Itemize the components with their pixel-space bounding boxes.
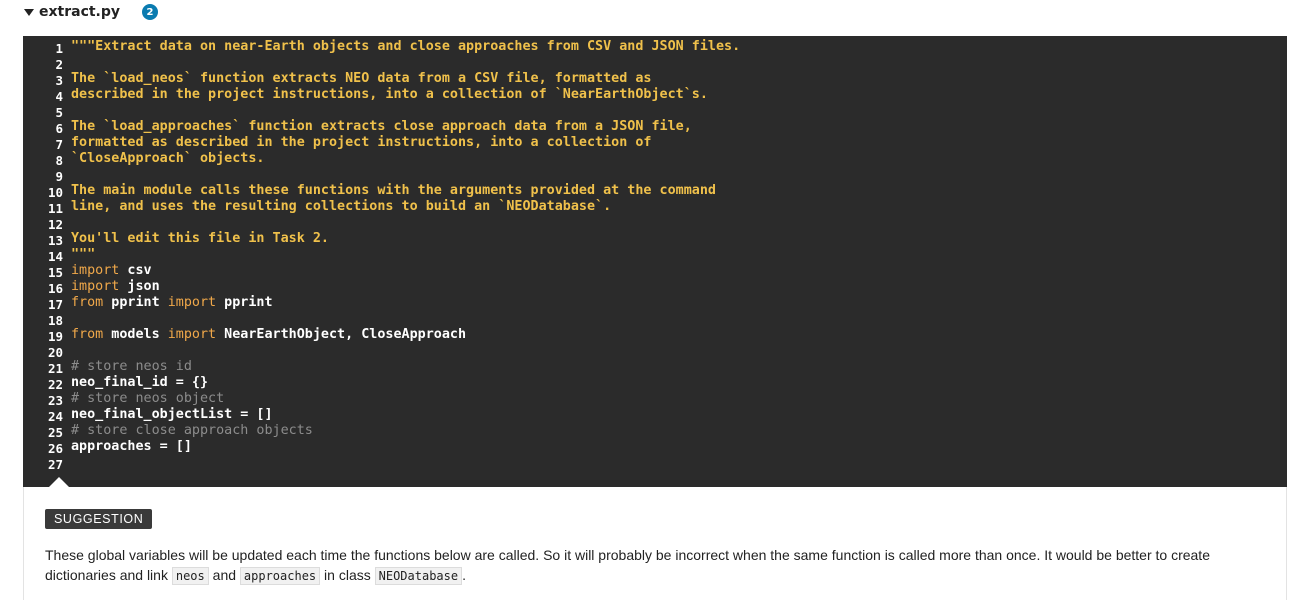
code-token: pprint: [216, 295, 273, 310]
code-token: from: [71, 295, 104, 310]
code-line: import json: [71, 279, 740, 295]
code-token: neo_final_id = {}: [71, 375, 209, 390]
code-token: # store close approach objects: [71, 423, 313, 438]
code-line: The `load_approaches` function extracts …: [71, 119, 740, 135]
code-line: import csv: [71, 263, 740, 279]
code-token: import: [71, 279, 120, 294]
comment-count-badge[interactable]: 2: [142, 4, 159, 20]
line-number: 4: [55, 89, 63, 104]
suggestion-comment: SUGGESTION These global variables will b…: [23, 487, 1287, 600]
code-token: NearEarthObject, CloseApproach: [216, 327, 467, 342]
code-token: json: [119, 279, 160, 294]
line-number: 10: [47, 185, 63, 200]
code-line: The main module calls these functions wi…: [71, 183, 740, 199]
line-number: 22: [47, 377, 63, 392]
code-line: line, and uses the resulting collections…: [71, 199, 740, 215]
line-number: 17: [47, 297, 63, 312]
code-line: from pprint import pprint: [71, 295, 740, 311]
code-token: neo_final_objectList = []: [71, 407, 273, 422]
code-line: formatted as described in the project in…: [71, 135, 740, 151]
file-header[interactable]: extract.py 2: [24, 0, 159, 24]
line-number: 3: [55, 73, 63, 88]
code-line: # store neos id: [71, 359, 740, 375]
code-token: models: [103, 327, 168, 342]
suggestion-text-part: and: [208, 567, 240, 583]
line-number: 27: [47, 457, 63, 472]
code-token: The `load_neos` function extracts NEO da…: [71, 71, 652, 86]
line-number-gutter: 1 2 3 4 5 6 7 8 9 10 11 12 13 14 15 16 17 18 19 20 21 22 23 24 2…: [23, 40, 63, 472]
line-number: 8: [55, 153, 63, 168]
code-token: """: [71, 247, 96, 262]
code-token: csv: [119, 263, 152, 278]
code-line: """Extract data on near-Earth objects an…: [71, 39, 740, 55]
line-number: 19: [47, 329, 63, 344]
line-number: 1: [55, 41, 63, 56]
collapse-caret-icon[interactable]: [24, 8, 34, 16]
code-line: The `load_neos` function extracts NEO da…: [71, 71, 740, 87]
code-token: import: [167, 295, 217, 310]
code-line: described in the project instructions, i…: [71, 87, 740, 103]
code-token: """Extract data on near-Earth objects an…: [71, 39, 741, 54]
line-number: 12: [47, 217, 63, 232]
line-number: 15: [47, 265, 63, 280]
line-number: 14: [47, 249, 63, 264]
suggestion-text-part: in class: [320, 567, 375, 583]
suggestion-text: These global variables will be updated e…: [45, 545, 1245, 586]
code-token: approaches = []: [71, 439, 192, 454]
line-number: 11: [47, 201, 63, 216]
code-line: # store close approach objects: [71, 423, 740, 439]
code-token: import: [167, 327, 217, 342]
line-number: 9: [55, 169, 63, 184]
inline-code-approaches: approaches: [239, 567, 321, 585]
code-token: `CloseApproach` objects.: [71, 151, 265, 166]
code-token: # store neos object: [71, 391, 225, 406]
code-line: neo_final_id = {}: [71, 375, 740, 391]
code-line: You'll edit this file in Task 2.: [71, 231, 740, 247]
file-name: extract.py: [39, 4, 121, 20]
line-number: 25: [47, 425, 63, 440]
line-number: 5: [55, 105, 63, 120]
code-token: # store neos id: [71, 359, 192, 374]
code-line: # store neos object: [71, 391, 740, 407]
code-line: neo_final_objectList = []: [71, 407, 740, 423]
line-number: 18: [47, 313, 63, 328]
inline-code-neodatabase: NEODatabase: [374, 567, 463, 585]
code-token: The main module calls these functions wi…: [71, 183, 716, 198]
line-number: 21: [47, 361, 63, 376]
code-line: approaches = []: [71, 439, 740, 455]
code-panel: 1 2 3 4 5 6 7 8 9 10 11 12 13 14 15 16 17 18 19 20 21 22 23 24 2…: [23, 36, 1287, 487]
line-number: 24: [47, 409, 63, 424]
code-token: The `load_approaches` function extracts …: [71, 119, 692, 134]
line-number: 26: [47, 441, 63, 456]
code-line: `CloseApproach` objects.: [71, 151, 740, 167]
code-line: """: [71, 247, 740, 263]
line-number: 20: [47, 345, 63, 360]
code-token: from: [71, 327, 104, 342]
code-token: formatted as described in the project in…: [71, 135, 652, 150]
line-number: 23: [47, 393, 63, 408]
line-number: 16: [47, 281, 63, 296]
line-number: 2: [55, 57, 63, 72]
code-token: pprint: [103, 295, 168, 310]
code-token: described in the project instructions, i…: [71, 87, 708, 102]
line-number: 13: [47, 233, 63, 248]
line-number: 7: [55, 137, 63, 152]
line-number: 6: [55, 121, 63, 136]
code-token: line, and uses the resulting collections…: [71, 199, 612, 214]
suggestion-text-part: .: [462, 567, 466, 583]
code-lines: """Extract data on near-Earth objects an…: [71, 39, 740, 471]
code-token: You'll edit this file in Task 2.: [71, 231, 329, 246]
suggestion-tag: SUGGESTION: [45, 509, 153, 529]
code-line: from models import NearEarthObject, Clos…: [71, 327, 740, 343]
inline-code-neos: neos: [171, 567, 209, 585]
code-token: import: [71, 263, 120, 278]
